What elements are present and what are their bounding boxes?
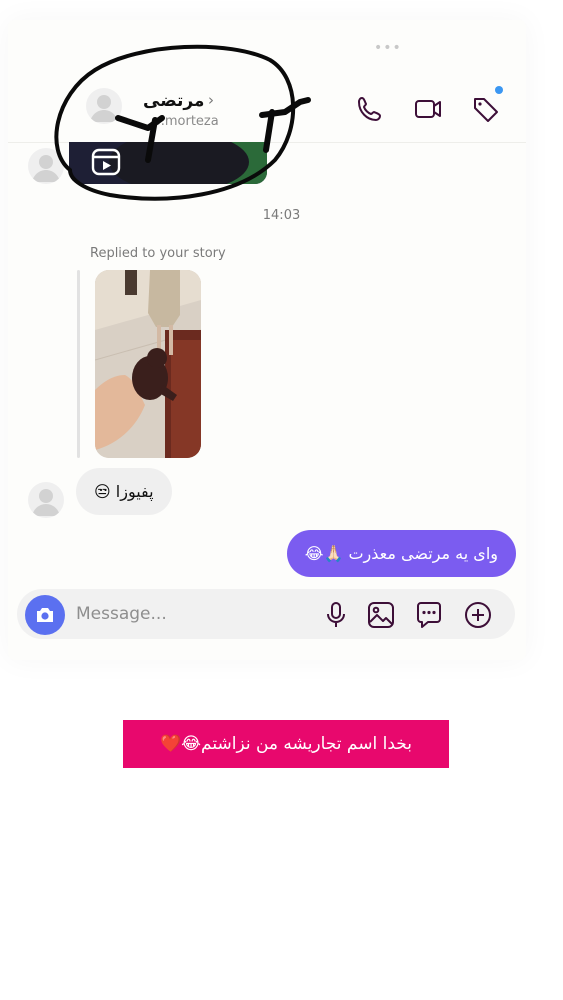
microphone-icon[interactable]: [321, 600, 351, 630]
sticker-icon[interactable]: [414, 600, 444, 630]
chat-header: مرتضی › o.morteza: [8, 60, 526, 143]
tag-icon[interactable]: [471, 94, 501, 124]
menu-dots-icon[interactable]: •••: [374, 40, 402, 56]
sender-avatar[interactable]: [28, 148, 64, 184]
phone-icon[interactable]: [355, 94, 385, 124]
contact-name[interactable]: مرتضی: [143, 91, 204, 111]
reply-quote-bar: [77, 270, 80, 458]
story-reply-label: Replied to your story: [90, 246, 226, 261]
contact-handle: o.morteza: [153, 114, 219, 129]
add-icon[interactable]: [463, 600, 493, 630]
sender-avatar[interactable]: [28, 482, 64, 518]
camera-button[interactable]: [25, 595, 65, 635]
incoming-message-bubble[interactable]: پفیوزا 😒: [76, 468, 172, 515]
outgoing-message-bubble[interactable]: وای یه مرتضی معذرت 🙏🏻😂: [286, 530, 516, 577]
contact-avatar[interactable]: [86, 88, 122, 124]
message-composer: Message...: [17, 589, 515, 639]
story-thumbnail[interactable]: [95, 270, 201, 458]
message-input[interactable]: Message...: [76, 604, 167, 624]
gallery-icon[interactable]: [366, 600, 396, 630]
story-caption: بخدا اسم تجاریشه من نزاشتم😂❤️: [123, 720, 449, 768]
notification-dot: [495, 86, 503, 94]
chevron-right-icon[interactable]: ›: [208, 91, 214, 109]
camera-icon: [37, 608, 53, 622]
reel-icon: [91, 148, 121, 176]
shared-reel-thumbnail[interactable]: [69, 142, 267, 184]
message-timestamp: 14:03: [262, 208, 301, 223]
video-camera-icon[interactable]: [413, 94, 443, 124]
